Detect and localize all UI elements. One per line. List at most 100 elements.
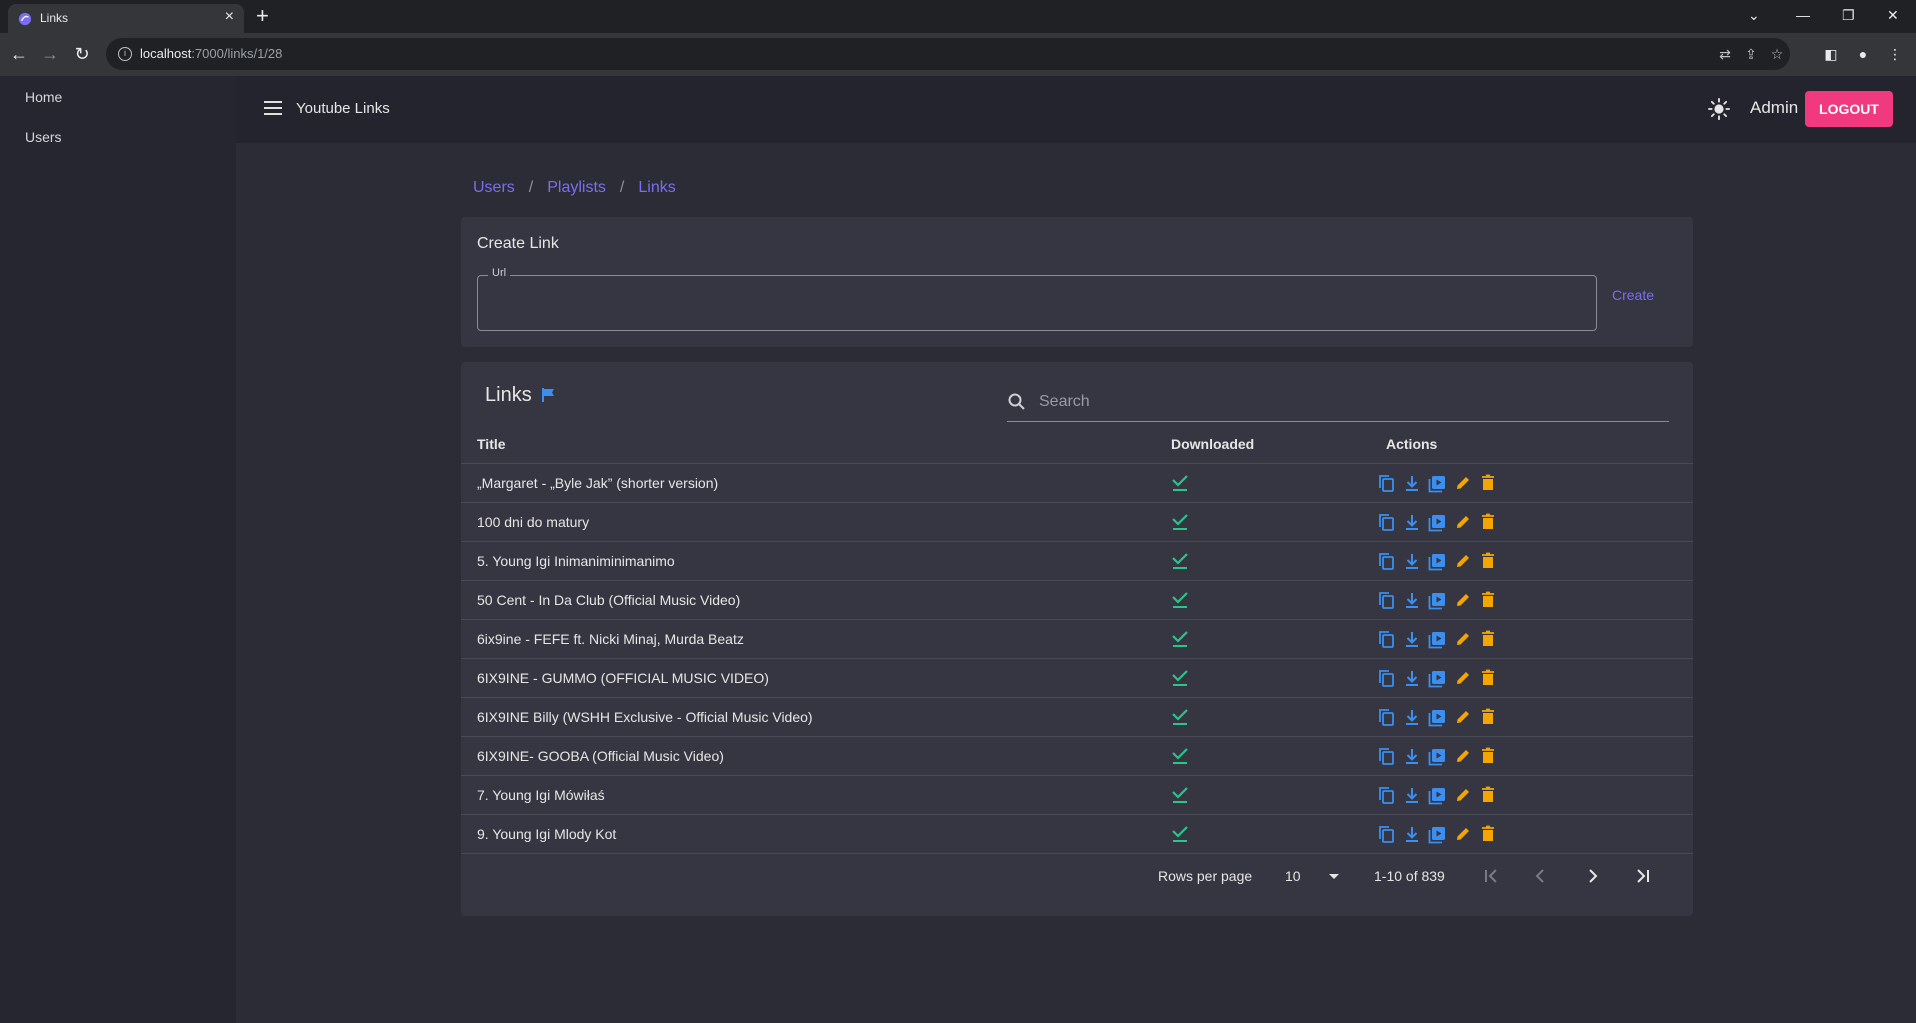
table-row[interactable]: 5. Young Igi Inimaniminimanimo: [461, 542, 1693, 581]
address-url[interactable]: localhost:7000/links/1/28: [140, 46, 282, 61]
delete-icon[interactable]: [1478, 746, 1498, 766]
delete-icon[interactable]: [1478, 473, 1498, 493]
edit-icon[interactable]: [1453, 590, 1473, 610]
edit-icon[interactable]: [1453, 668, 1473, 688]
browser-tab[interactable]: Links ×: [8, 4, 244, 33]
copy-icon[interactable]: [1376, 785, 1396, 805]
breadcrumb-playlists[interactable]: Playlists: [547, 179, 606, 196]
table-row[interactable]: 6ix9ine - FEFE ft. Nicki Minaj, Murda Be…: [461, 620, 1693, 659]
edit-icon[interactable]: [1453, 629, 1473, 649]
edit-icon[interactable]: [1453, 785, 1473, 805]
download-icon[interactable]: [1402, 590, 1422, 610]
edit-icon[interactable]: [1453, 473, 1473, 493]
edit-icon[interactable]: [1453, 824, 1473, 844]
download-icon[interactable]: [1402, 707, 1422, 727]
video-library-icon[interactable]: [1427, 707, 1447, 727]
download-icon[interactable]: [1402, 473, 1422, 493]
table-row[interactable]: 50 Cent - In Da Club (Official Music Vid…: [461, 581, 1693, 620]
edit-icon[interactable]: [1453, 746, 1473, 766]
forward-icon[interactable]: →: [38, 42, 62, 66]
delete-icon[interactable]: [1478, 707, 1498, 727]
table-row[interactable]: „Margaret - „Byle Jak” (shorter version): [461, 464, 1693, 503]
edit-icon[interactable]: [1453, 707, 1473, 727]
next-page-icon[interactable]: [1580, 864, 1604, 888]
new-tab-icon[interactable]: +: [256, 5, 269, 27]
profile-icon[interactable]: ●: [1852, 43, 1874, 65]
breadcrumb-users[interactable]: Users: [473, 179, 515, 196]
search-input[interactable]: [1039, 390, 1659, 414]
copy-icon[interactable]: [1376, 590, 1396, 610]
copy-icon[interactable]: [1376, 824, 1396, 844]
video-library-icon[interactable]: [1427, 746, 1447, 766]
restore-icon[interactable]: ❐: [1842, 6, 1855, 24]
delete-icon[interactable]: [1478, 629, 1498, 649]
table-row[interactable]: 6IX9INE Billy (WSHH Exclusive - Official…: [461, 698, 1693, 737]
copy-icon[interactable]: [1376, 473, 1396, 493]
reload-icon[interactable]: ↻: [70, 42, 94, 66]
search-field[interactable]: [1007, 386, 1669, 422]
rows-per-page-select[interactable]: 10: [1285, 866, 1347, 888]
copy-icon[interactable]: [1376, 746, 1396, 766]
site-info-icon[interactable]: i: [118, 47, 132, 61]
last-page-icon[interactable]: [1631, 864, 1655, 888]
column-header-downloaded[interactable]: Downloaded: [1171, 436, 1254, 452]
browser-menu-icon[interactable]: ⋮: [1884, 43, 1906, 65]
column-header-title[interactable]: Title: [477, 436, 506, 452]
video-library-icon[interactable]: [1427, 824, 1447, 844]
delete-icon[interactable]: [1478, 785, 1498, 805]
sidebar-item-users[interactable]: Users: [25, 129, 62, 145]
table-row[interactable]: 6IX9INE - GUMMO (OFFICIAL MUSIC VIDEO): [461, 659, 1693, 698]
video-library-icon[interactable]: [1427, 512, 1447, 532]
bookmark-star-icon[interactable]: ☆: [1768, 45, 1786, 63]
table-row[interactable]: 6IX9INE- GOOBA (Official Music Video): [461, 737, 1693, 776]
downloaded-check-icon: [1172, 514, 1188, 530]
video-library-icon[interactable]: [1427, 785, 1447, 805]
tab-search-icon[interactable]: ⌄: [1748, 6, 1760, 24]
download-icon[interactable]: [1402, 512, 1422, 532]
side-panel-icon[interactable]: ◧: [1820, 43, 1842, 65]
sidebar-item-home[interactable]: Home: [25, 89, 62, 105]
download-icon[interactable]: [1402, 824, 1422, 844]
video-library-icon[interactable]: [1427, 590, 1447, 610]
url-input[interactable]: [490, 292, 1580, 316]
video-library-icon[interactable]: [1427, 668, 1447, 688]
download-icon[interactable]: [1402, 629, 1422, 649]
url-field[interactable]: Url: [477, 267, 1597, 331]
delete-icon[interactable]: [1478, 824, 1498, 844]
download-icon[interactable]: [1402, 785, 1422, 805]
logout-button[interactable]: LOGOUT: [1805, 91, 1893, 127]
table-row[interactable]: 9. Young Igi Mlody Kot: [461, 815, 1693, 854]
video-library-icon[interactable]: [1427, 629, 1447, 649]
delete-icon[interactable]: [1478, 551, 1498, 571]
delete-icon[interactable]: [1478, 668, 1498, 688]
share-icon[interactable]: ⇪: [1742, 45, 1760, 63]
video-library-icon[interactable]: [1427, 473, 1447, 493]
delete-icon[interactable]: [1478, 590, 1498, 610]
download-icon[interactable]: [1402, 668, 1422, 688]
copy-icon[interactable]: [1376, 668, 1396, 688]
create-button[interactable]: Create: [1612, 287, 1654, 303]
table-row[interactable]: 100 dni do matury: [461, 503, 1693, 542]
translate-icon[interactable]: ⇄: [1716, 45, 1734, 63]
breadcrumb-links[interactable]: Links: [638, 179, 675, 196]
edit-icon[interactable]: [1453, 551, 1473, 571]
tab-close-icon[interactable]: ×: [225, 9, 234, 25]
copy-icon[interactable]: [1376, 512, 1396, 532]
copy-icon[interactable]: [1376, 707, 1396, 727]
menu-icon[interactable]: [264, 101, 282, 115]
theme-toggle-sun-icon[interactable]: [1708, 98, 1730, 120]
video-library-icon[interactable]: [1427, 551, 1447, 571]
delete-icon[interactable]: [1478, 512, 1498, 532]
first-page-icon[interactable]: [1479, 864, 1503, 888]
address-bar[interactable]: i localhost:7000/links/1/28 ⇄ ⇪ ☆: [106, 38, 1790, 70]
minimize-icon[interactable]: —: [1796, 6, 1810, 24]
table-row[interactable]: 7. Young Igi Mówiłaś: [461, 776, 1693, 815]
previous-page-icon[interactable]: [1529, 864, 1553, 888]
window-close-icon[interactable]: ✕: [1887, 6, 1899, 24]
edit-icon[interactable]: [1453, 512, 1473, 532]
back-icon[interactable]: ←: [7, 42, 31, 66]
copy-icon[interactable]: [1376, 551, 1396, 571]
copy-icon[interactable]: [1376, 629, 1396, 649]
download-icon[interactable]: [1402, 746, 1422, 766]
download-icon[interactable]: [1402, 551, 1422, 571]
